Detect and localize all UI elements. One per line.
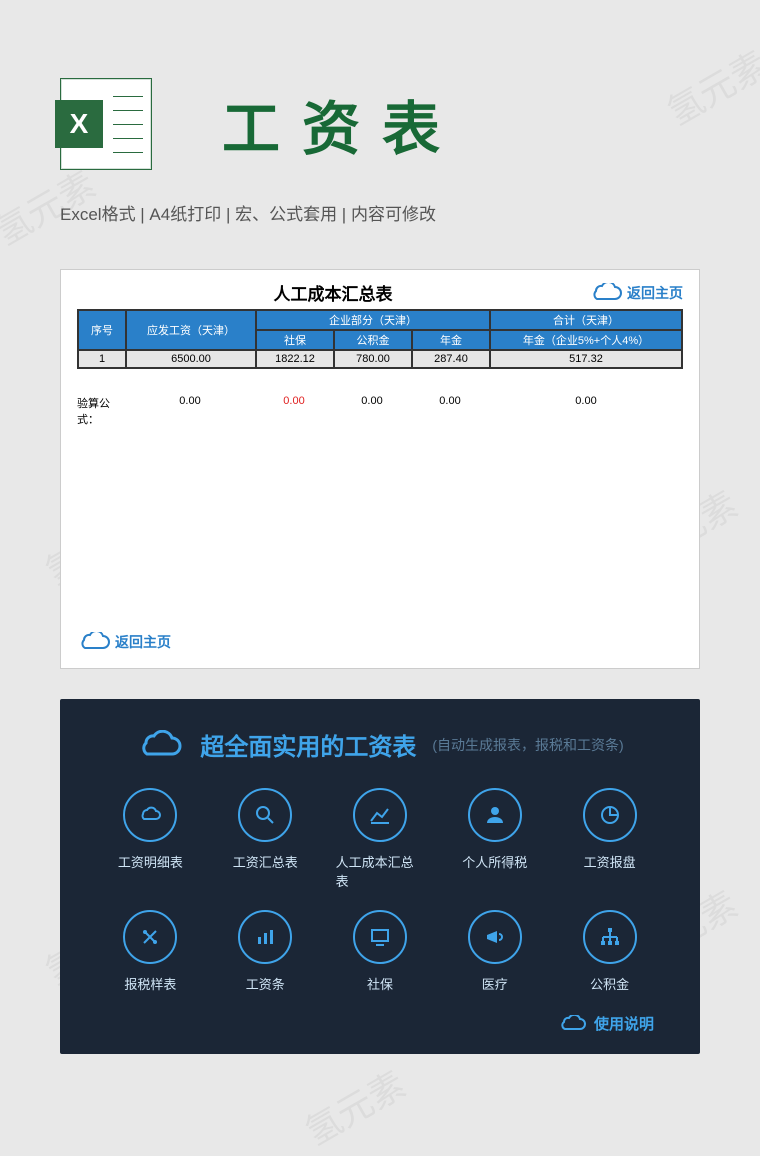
monitor-icon: [368, 925, 392, 949]
nav-label: 工资报盘: [584, 852, 636, 871]
verify-shebao: 0.00: [255, 393, 333, 429]
col-group-total: 合计（天津）: [490, 310, 682, 330]
nav-btn-labor-cost[interactable]: 人工成本汇总表: [336, 788, 425, 890]
person-icon: [483, 803, 507, 827]
verify-salary: 0.00: [125, 393, 255, 429]
nav-label: 工资条: [246, 974, 285, 993]
nav-label: 报税样表: [124, 974, 176, 993]
nav-btn-salary-detail[interactable]: 工资明细表: [106, 788, 195, 890]
summary-table: 序号 应发工资（天津） 企业部分（天津） 社保 公积金 年金 合计（天津） 年金…: [77, 309, 683, 369]
back-home-label: 返回主页: [627, 283, 683, 303]
nav-label: 工资汇总表: [233, 852, 298, 871]
nav-label: 公积金: [590, 974, 629, 993]
col-shebao: 社保: [256, 330, 334, 350]
nav-btn-medical[interactable]: 医疗: [450, 910, 539, 993]
nav-btn-housing-fund[interactable]: 公积金: [565, 910, 654, 993]
back-home-label: 返回主页: [115, 632, 171, 652]
sheet-title: 人工成本汇总表: [77, 280, 589, 305]
verify-nianjin: 0.00: [411, 393, 489, 429]
cloud-icon: [138, 803, 162, 827]
col-gjj: 公积金: [334, 330, 412, 350]
nav-grid: 工资明细表 工资汇总表 人工成本汇总表 个人所得税 工资报盘 报税样表 工资条: [106, 788, 654, 993]
verify-total: 0.00: [489, 393, 683, 429]
meta-line: Excel格式 | A4纸打印 | 宏、公式套用 | 内容可修改: [0, 190, 760, 255]
col-nianjin: 年金: [412, 330, 490, 350]
cell-salary: 6500.00: [126, 350, 256, 368]
col-group-enterprise: 企业部分（天津）: [256, 310, 490, 330]
pie-chart-icon: [598, 803, 622, 827]
nav-btn-income-tax[interactable]: 个人所得税: [450, 788, 539, 890]
nav-btn-salary-summary[interactable]: 工资汇总表: [221, 788, 310, 890]
cell-seq: 1: [78, 350, 126, 368]
nav-footer-link[interactable]: 使用说明: [106, 1013, 654, 1034]
bar-chart-icon: [253, 925, 277, 949]
cell-total: 517.32: [490, 350, 682, 368]
search-icon: [253, 803, 277, 827]
cell-gjj: 780.00: [334, 350, 412, 368]
cloud-icon: [558, 1015, 588, 1033]
excel-icon: X: [60, 78, 152, 170]
nav-btn-salary-export[interactable]: 工资报盘: [565, 788, 654, 890]
nav-label: 人工成本汇总表: [336, 852, 425, 890]
chart-line-icon: [368, 803, 392, 827]
nav-footer-label: 使用说明: [594, 1013, 654, 1034]
cloud-logo-icon: [136, 730, 184, 760]
table-row: 1 6500.00 1822.12 780.00 287.40 517.32: [78, 350, 682, 368]
nav-label: 工资明细表: [118, 852, 183, 871]
nav-label: 个人所得税: [462, 852, 527, 871]
cell-shebao: 1822.12: [256, 350, 334, 368]
verify-label: 验算公式：: [77, 393, 125, 429]
spreadsheet-panel: 人工成本汇总表 返回主页 序号 应发工资（天津） 企业部分（天津） 社保 公积金…: [60, 269, 700, 669]
header: X 工资表: [0, 0, 760, 190]
nav-title: 超全面实用的工资表: [200, 727, 416, 762]
col-salary: 应发工资（天津）: [126, 310, 256, 350]
nav-btn-social-insurance[interactable]: 社保: [336, 910, 425, 993]
tools-icon: [138, 925, 162, 949]
col-total-sub: 年金（企业5%+个人4%）: [490, 330, 682, 350]
excel-x-badge: X: [55, 100, 103, 148]
nav-btn-tax-template[interactable]: 报税样表: [106, 910, 195, 993]
nav-subtitle: (自动生成报表，报税和工资条): [432, 735, 623, 755]
back-home-link-bottom[interactable]: 返回主页: [77, 632, 171, 652]
excel-sheet-lines: [113, 89, 143, 159]
megaphone-icon: [483, 925, 507, 949]
cloud-icon: [77, 632, 111, 652]
back-home-link-top[interactable]: 返回主页: [589, 283, 683, 303]
cell-nianjin: 287.40: [412, 350, 490, 368]
watermark: 氢元素: [294, 1056, 414, 1155]
nav-panel: 超全面实用的工资表 (自动生成报表，报税和工资条) 工资明细表 工资汇总表 人工…: [60, 699, 700, 1054]
verify-gjj: 0.00: [333, 393, 411, 429]
verify-row: 验算公式： 0.00 0.00 0.00 0.00 0.00: [77, 393, 683, 429]
col-seq: 序号: [78, 310, 126, 350]
nav-btn-pay-slip[interactable]: 工资条: [221, 910, 310, 993]
page-title: 工资表: [222, 82, 462, 166]
cloud-icon: [589, 283, 623, 303]
org-chart-icon: [598, 925, 622, 949]
nav-label: 社保: [367, 974, 393, 993]
nav-label: 医疗: [482, 974, 508, 993]
